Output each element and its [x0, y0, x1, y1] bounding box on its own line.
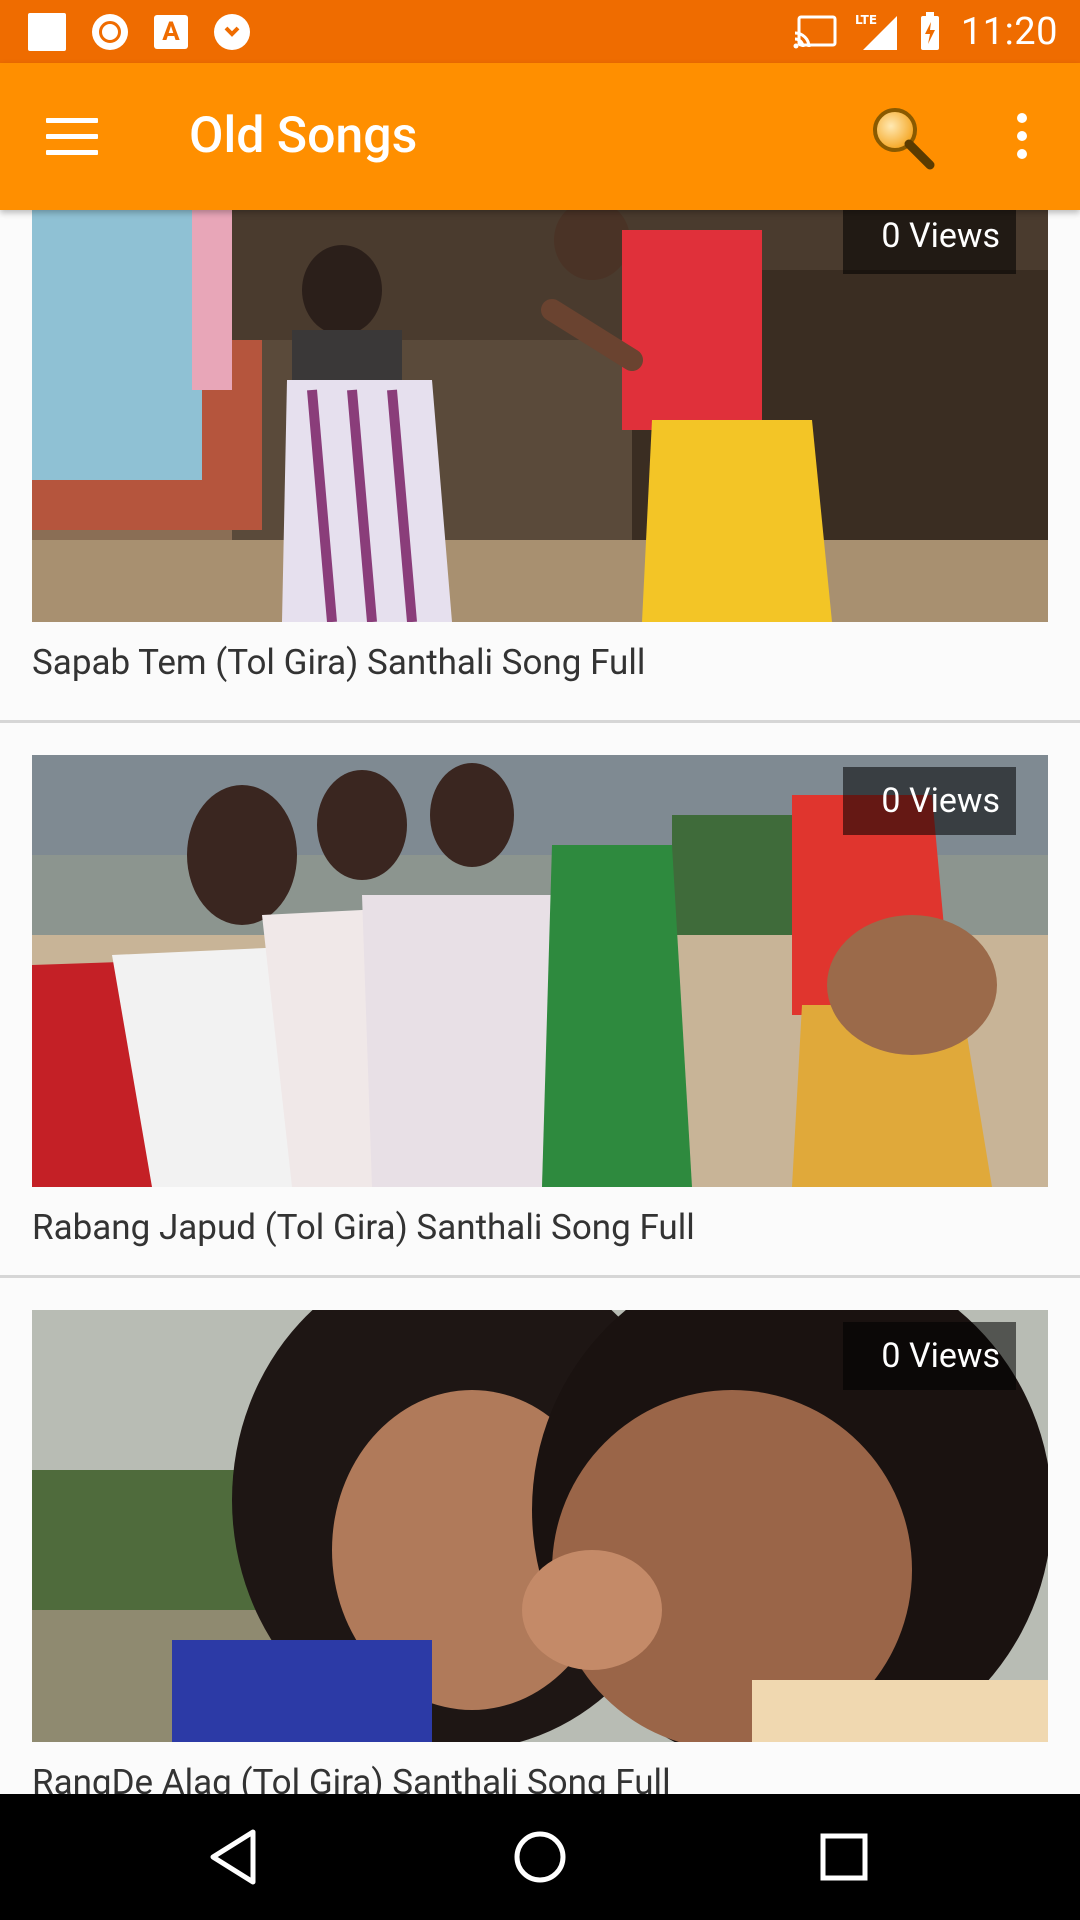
video-card[interactable]: 0 Views RangDe Alag (Tol Gira) Santhali … — [0, 1278, 1080, 1794]
page-title: Old Songs — [189, 107, 418, 165]
video-title: Sapab Tem (Tol Gira) Santhali Song Full — [32, 642, 646, 683]
back-icon[interactable] — [201, 1822, 271, 1892]
video-title: Rabang Japud (Tol Gira) Santhali Song Fu… — [32, 1207, 695, 1248]
vpn-shield-icon — [92, 13, 128, 50]
video-card[interactable]: 0 Views Rabang Japud (Tol Gira) Santhali… — [0, 723, 1080, 1278]
video-list: 0 Views Sapab Tem (Tol Gira) Santhali So… — [0, 210, 1080, 1794]
video-thumbnail[interactable]: 0 Views — [32, 755, 1048, 1187]
navigation-bar — [0, 1794, 1080, 1920]
search-icon[interactable] — [868, 103, 938, 173]
download-app-icon — [214, 13, 250, 50]
view-count-badge: 0 Views — [843, 210, 1016, 274]
app-bar: Old Songs — [0, 63, 1080, 210]
status-bar: A LTE 11:20 — [0, 0, 1080, 63]
overflow-menu-icon[interactable] — [1010, 113, 1034, 161]
video-card[interactable]: 0 Views Sapab Tem (Tol Gira) Santhali So… — [0, 210, 1080, 723]
notification-icons: A — [28, 12, 250, 51]
video-thumbnail[interactable]: 0 Views — [32, 210, 1048, 622]
notification-square-icon — [28, 12, 66, 51]
recents-icon[interactable] — [809, 1822, 879, 1892]
cast-icon — [793, 15, 837, 48]
video-title: RangDe Alag (Tol Gira) Santhali Song Ful… — [32, 1762, 671, 1794]
battery-charging-icon — [920, 11, 939, 50]
home-icon[interactable] — [505, 1822, 575, 1892]
system-icons: LTE 11:20 — [793, 0, 1058, 63]
signal-lte-icon: LTE — [855, 13, 897, 50]
view-count-badge: 0 Views — [843, 767, 1016, 835]
clock: 11:20 — [960, 9, 1058, 54]
view-count-badge: 0 Views — [843, 1322, 1016, 1390]
font-a-icon: A — [154, 14, 188, 49]
video-thumbnail[interactable]: 0 Views — [32, 1310, 1048, 1742]
svg-text:LTE: LTE — [855, 13, 877, 27]
menu-icon[interactable] — [46, 118, 98, 156]
